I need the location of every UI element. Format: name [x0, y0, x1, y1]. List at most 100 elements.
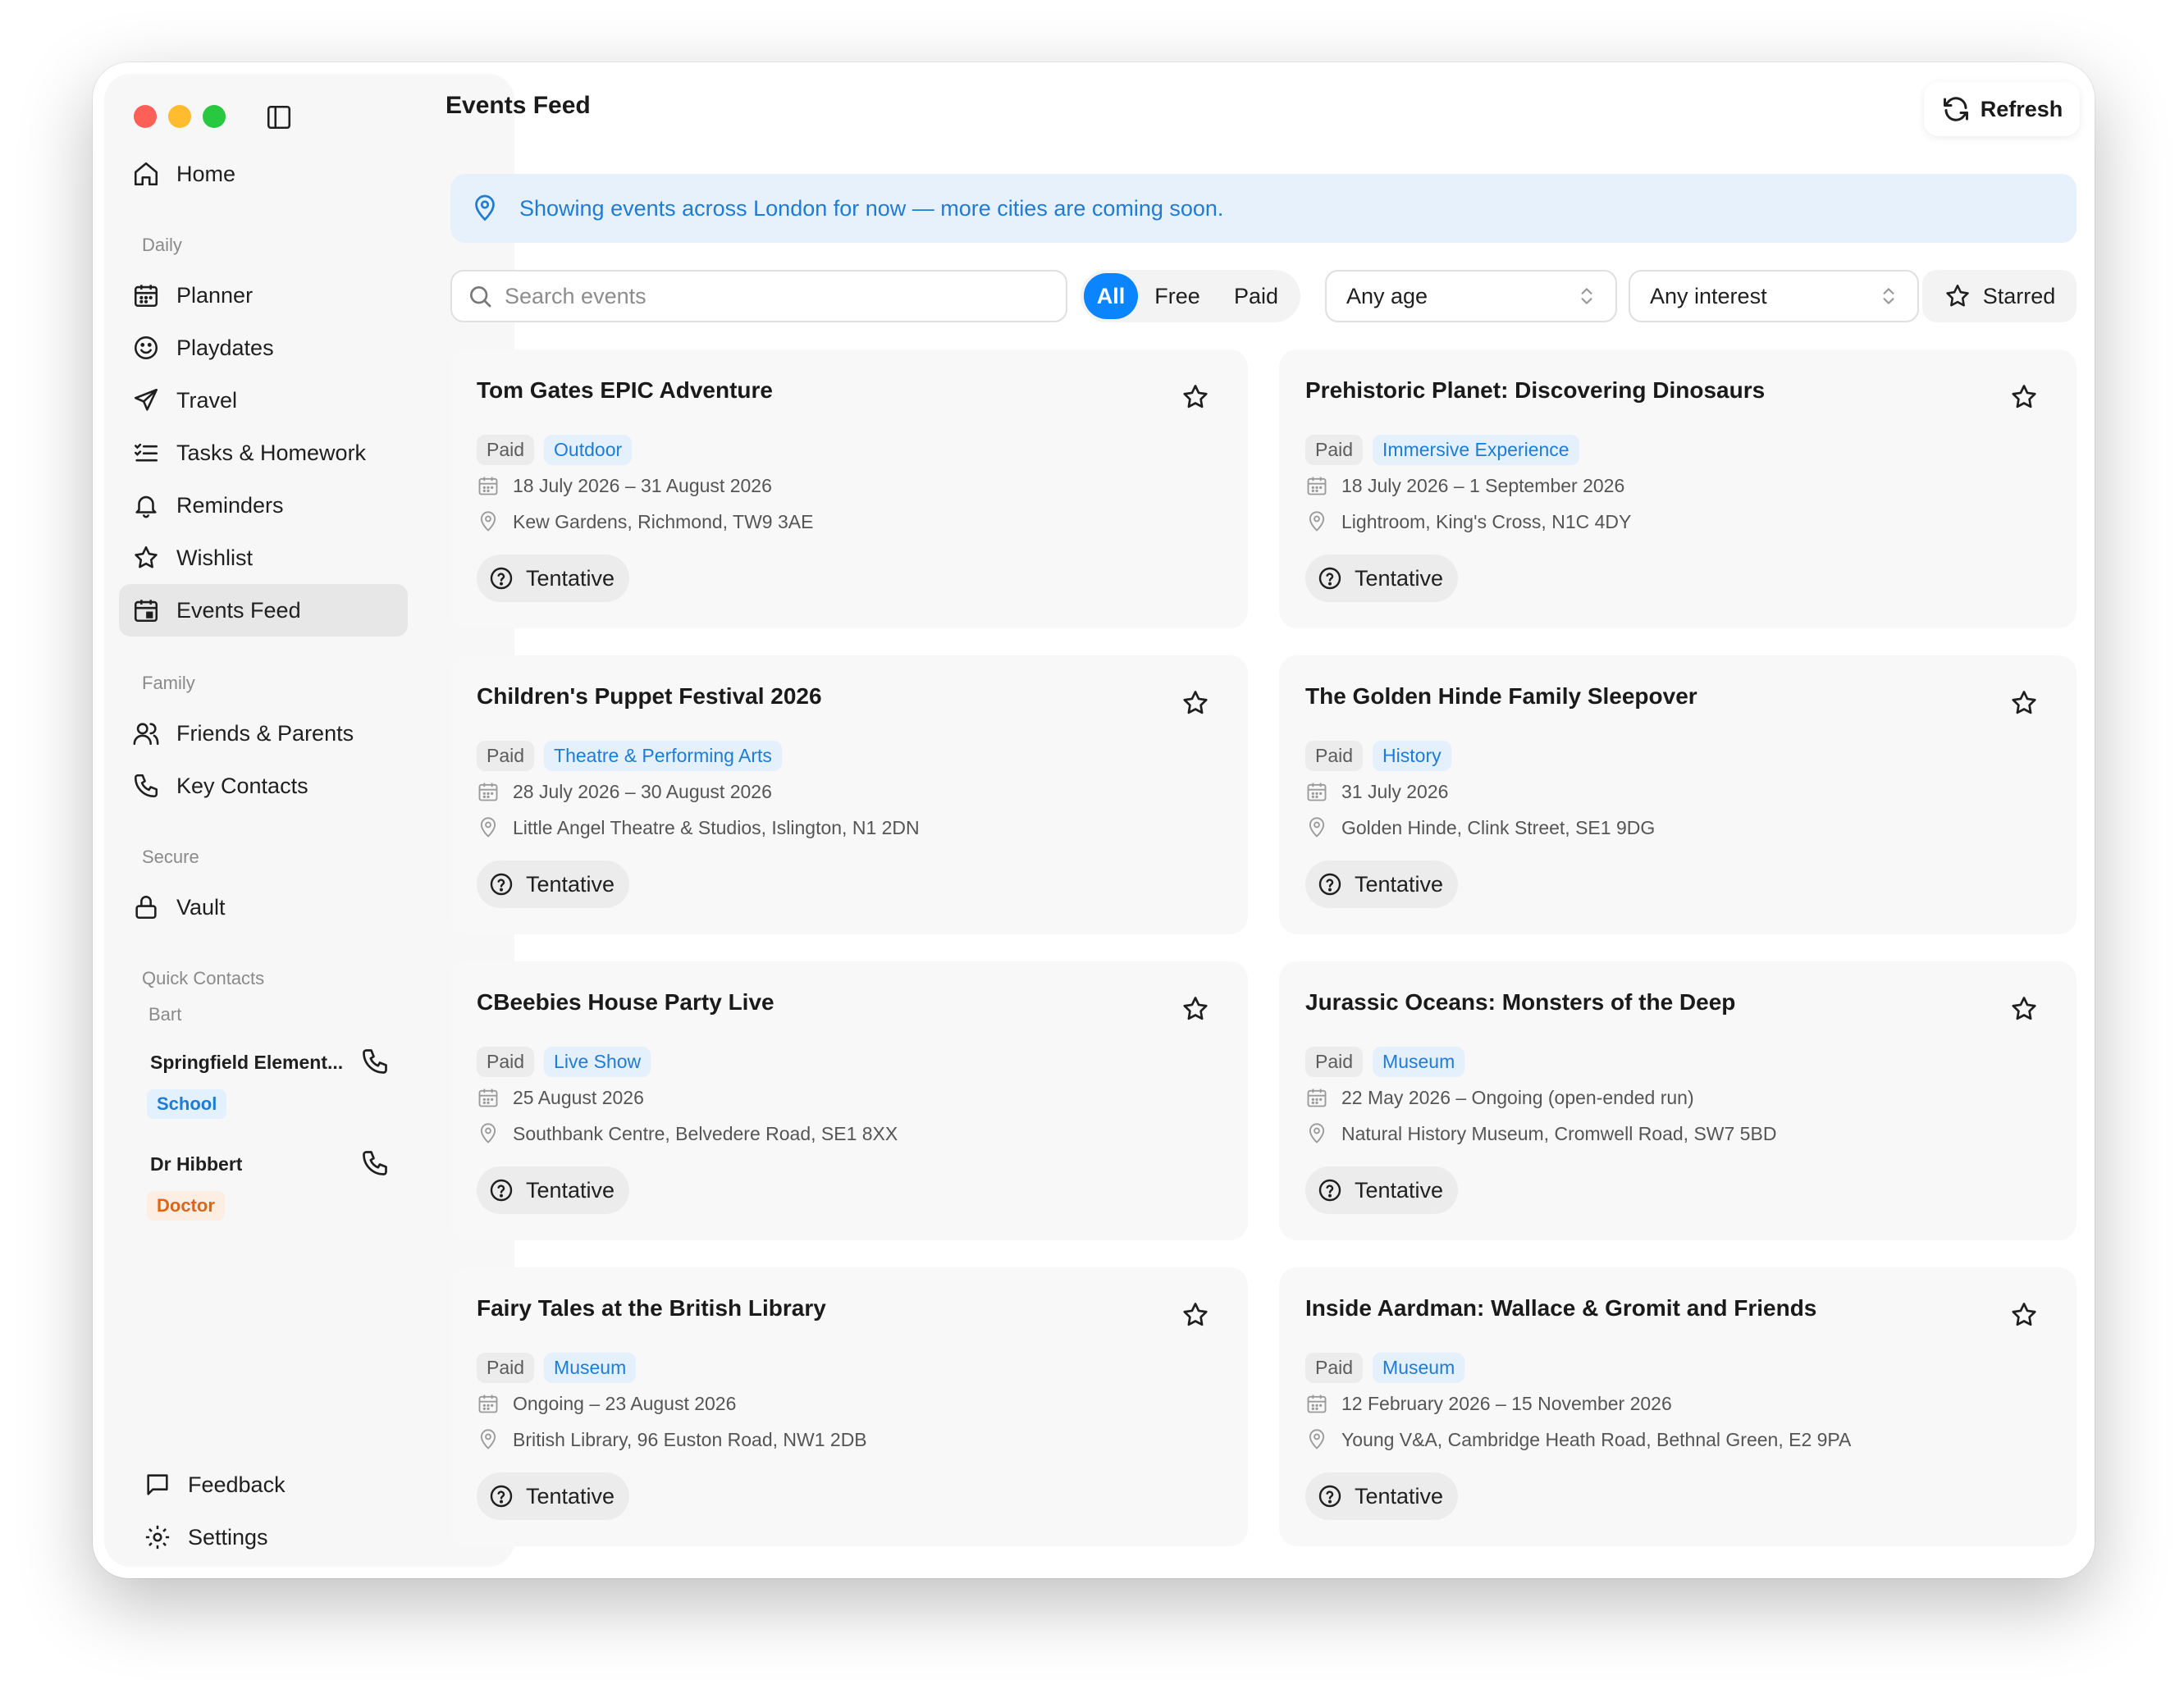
sidebar-item-travel[interactable]: Travel: [119, 374, 408, 427]
info-banner: Showing events across London for now — m…: [450, 174, 2077, 243]
event-location: Golden Hinde, Clink Street, SE1 9DG: [1305, 816, 1655, 839]
calendar-icon: [1307, 1089, 1327, 1107]
category-tag: Theatre & Performing Arts: [544, 741, 782, 771]
price-filter-free[interactable]: Free: [1138, 273, 1217, 319]
question-circle-icon: [490, 1485, 513, 1508]
star-icon[interactable]: [2009, 994, 2039, 1024]
event-title: Prehistoric Planet: Discovering Dinosaur…: [1305, 377, 1766, 403]
sidebar-toggle-icon[interactable]: [265, 103, 293, 131]
search-input[interactable]: [505, 283, 1030, 309]
rsvp-status-label: Tentative: [526, 1483, 615, 1509]
calendar-icon: [1307, 477, 1327, 495]
maximize-window-button[interactable]: [203, 105, 226, 128]
question-circle-icon: [1318, 567, 1341, 590]
age-select-value: Any age: [1346, 283, 1428, 308]
category-tag: History: [1373, 741, 1451, 771]
star-icon[interactable]: [1181, 1300, 1210, 1330]
event-date: Ongoing – 23 August 2026: [477, 1392, 736, 1415]
star-icon[interactable]: [1181, 688, 1210, 718]
rsvp-status-button[interactable]: Tentative: [1305, 1166, 1459, 1214]
sidebar-item-key-contacts[interactable]: Key Contacts: [119, 760, 408, 812]
event-tags: Paid Museum: [1305, 1353, 1465, 1383]
event-card[interactable]: Jurassic Oceans: Monsters of the Deep Pa…: [1279, 961, 2077, 1240]
section-label-secure: Secure: [142, 847, 199, 867]
quick-contact-name: Springfield Element...: [150, 1052, 344, 1073]
age-select[interactable]: Any age: [1325, 270, 1617, 322]
sidebar-item-planner[interactable]: Planner: [119, 269, 408, 322]
event-location-text: British Library, 96 Euston Road, NW1 2DB: [513, 1428, 867, 1450]
refresh-icon: [1943, 97, 1968, 121]
phone-icon[interactable]: [360, 1148, 390, 1178]
page-title: Events Feed: [445, 92, 591, 119]
chevron-up-down-icon: [1581, 288, 1592, 304]
category-tag: Museum: [1373, 1047, 1465, 1077]
sidebar-item-label: Wishlist: [176, 545, 253, 570]
star-icon: [1945, 284, 1969, 307]
event-tags: Paid Museum: [477, 1353, 637, 1383]
chevron-up-down-icon: [1883, 288, 1894, 304]
sidebar-item-reminders[interactable]: Reminders: [119, 479, 408, 532]
star-icon[interactable]: [1181, 994, 1210, 1024]
price-filter-paid[interactable]: Paid: [1217, 273, 1295, 319]
sidebar-item-friends-parents[interactable]: Friends & Parents: [119, 707, 408, 760]
rsvp-status-button[interactable]: Tentative: [477, 1166, 630, 1214]
bell-icon: [135, 495, 157, 518]
rsvp-status-button[interactable]: Tentative: [477, 860, 630, 908]
event-date-text: 25 August 2026: [513, 1086, 644, 1108]
search-field[interactable]: [450, 270, 1067, 322]
star-icon[interactable]: [1181, 382, 1210, 412]
window-controls: [134, 105, 226, 128]
price-filter-all[interactable]: All: [1084, 273, 1138, 319]
close-window-button[interactable]: [134, 105, 157, 128]
star-icon[interactable]: [2009, 382, 2039, 412]
star-icon[interactable]: [2009, 1300, 2039, 1330]
sidebar-item-playdates[interactable]: Playdates: [119, 322, 408, 374]
event-title: Jurassic Oceans: Monsters of the Deep: [1305, 989, 1736, 1015]
location-pin-icon: [480, 817, 496, 838]
rsvp-status-label: Tentative: [526, 1177, 615, 1203]
phone-icon[interactable]: [360, 1047, 390, 1076]
starred-filter-button[interactable]: Starred: [1922, 270, 2077, 322]
sidebar-item-tasks-homework[interactable]: Tasks & Homework: [119, 427, 408, 479]
rsvp-status-button[interactable]: Tentative: [1305, 555, 1459, 602]
event-date-text: 12 February 2026 – 15 November 2026: [1341, 1392, 1672, 1414]
rsvp-status-button[interactable]: Tentative: [1305, 1472, 1459, 1520]
calendar-icon: [478, 477, 498, 495]
sidebar-item-wishlist[interactable]: Wishlist: [119, 532, 408, 584]
event-card[interactable]: Fairy Tales at the British Library Paid …: [450, 1267, 1248, 1546]
starred-label: Starred: [1982, 283, 2056, 308]
location-pin-icon: [475, 194, 495, 221]
sidebar-item-label: Events Feed: [176, 597, 301, 623]
interest-select[interactable]: Any interest: [1629, 270, 1919, 322]
sidebar-item-home[interactable]: Home: [119, 148, 408, 200]
sidebar-item-label: Home: [176, 161, 236, 186]
minimize-window-button[interactable]: [168, 105, 191, 128]
refresh-button[interactable]: Refresh: [1924, 82, 2080, 136]
calendar-icon: [478, 1394, 498, 1413]
checklist-icon: [134, 443, 158, 462]
event-card[interactable]: Inside Aardman: Wallace & Gromit and Fri…: [1279, 1267, 2077, 1546]
rsvp-status-button[interactable]: Tentative: [477, 1472, 630, 1520]
settings-button[interactable]: Settings: [130, 1511, 419, 1563]
event-location-text: Little Angel Theatre & Studios, Islingto…: [513, 816, 920, 838]
star-icon[interactable]: [2009, 688, 2039, 718]
event-tags: Paid Live Show: [477, 1047, 651, 1077]
event-card[interactable]: CBeebies House Party Live Paid Live Show…: [450, 961, 1248, 1240]
sidebar-item-label: Reminders: [176, 492, 284, 518]
event-date-text: 31 July 2026: [1341, 780, 1449, 802]
sidebar-item-vault[interactable]: Vault: [119, 881, 408, 933]
event-card[interactable]: Prehistoric Planet: Discovering Dinosaur…: [1279, 349, 2077, 628]
event-card[interactable]: Tom Gates EPIC Adventure Paid Outdoor 18…: [450, 349, 1248, 628]
price-tag: Paid: [477, 1353, 535, 1383]
event-date-text: 18 July 2026 – 1 September 2026: [1341, 474, 1625, 496]
price-tag: Paid: [477, 1047, 535, 1077]
feedback-button[interactable]: Feedback: [130, 1458, 419, 1511]
rsvp-status-button[interactable]: Tentative: [477, 555, 630, 602]
event-title: CBeebies House Party Live: [477, 989, 774, 1015]
rsvp-status-button[interactable]: Tentative: [1305, 860, 1459, 908]
event-card[interactable]: The Golden Hinde Family Sleepover Paid H…: [1279, 655, 2077, 934]
sidebar-item-events-feed[interactable]: Events Feed: [119, 584, 408, 637]
quick-contact-name: Dr Hibbert: [150, 1153, 243, 1175]
refresh-label: Refresh: [1980, 96, 2063, 121]
event-card[interactable]: Children's Puppet Festival 2026 Paid The…: [450, 655, 1248, 934]
